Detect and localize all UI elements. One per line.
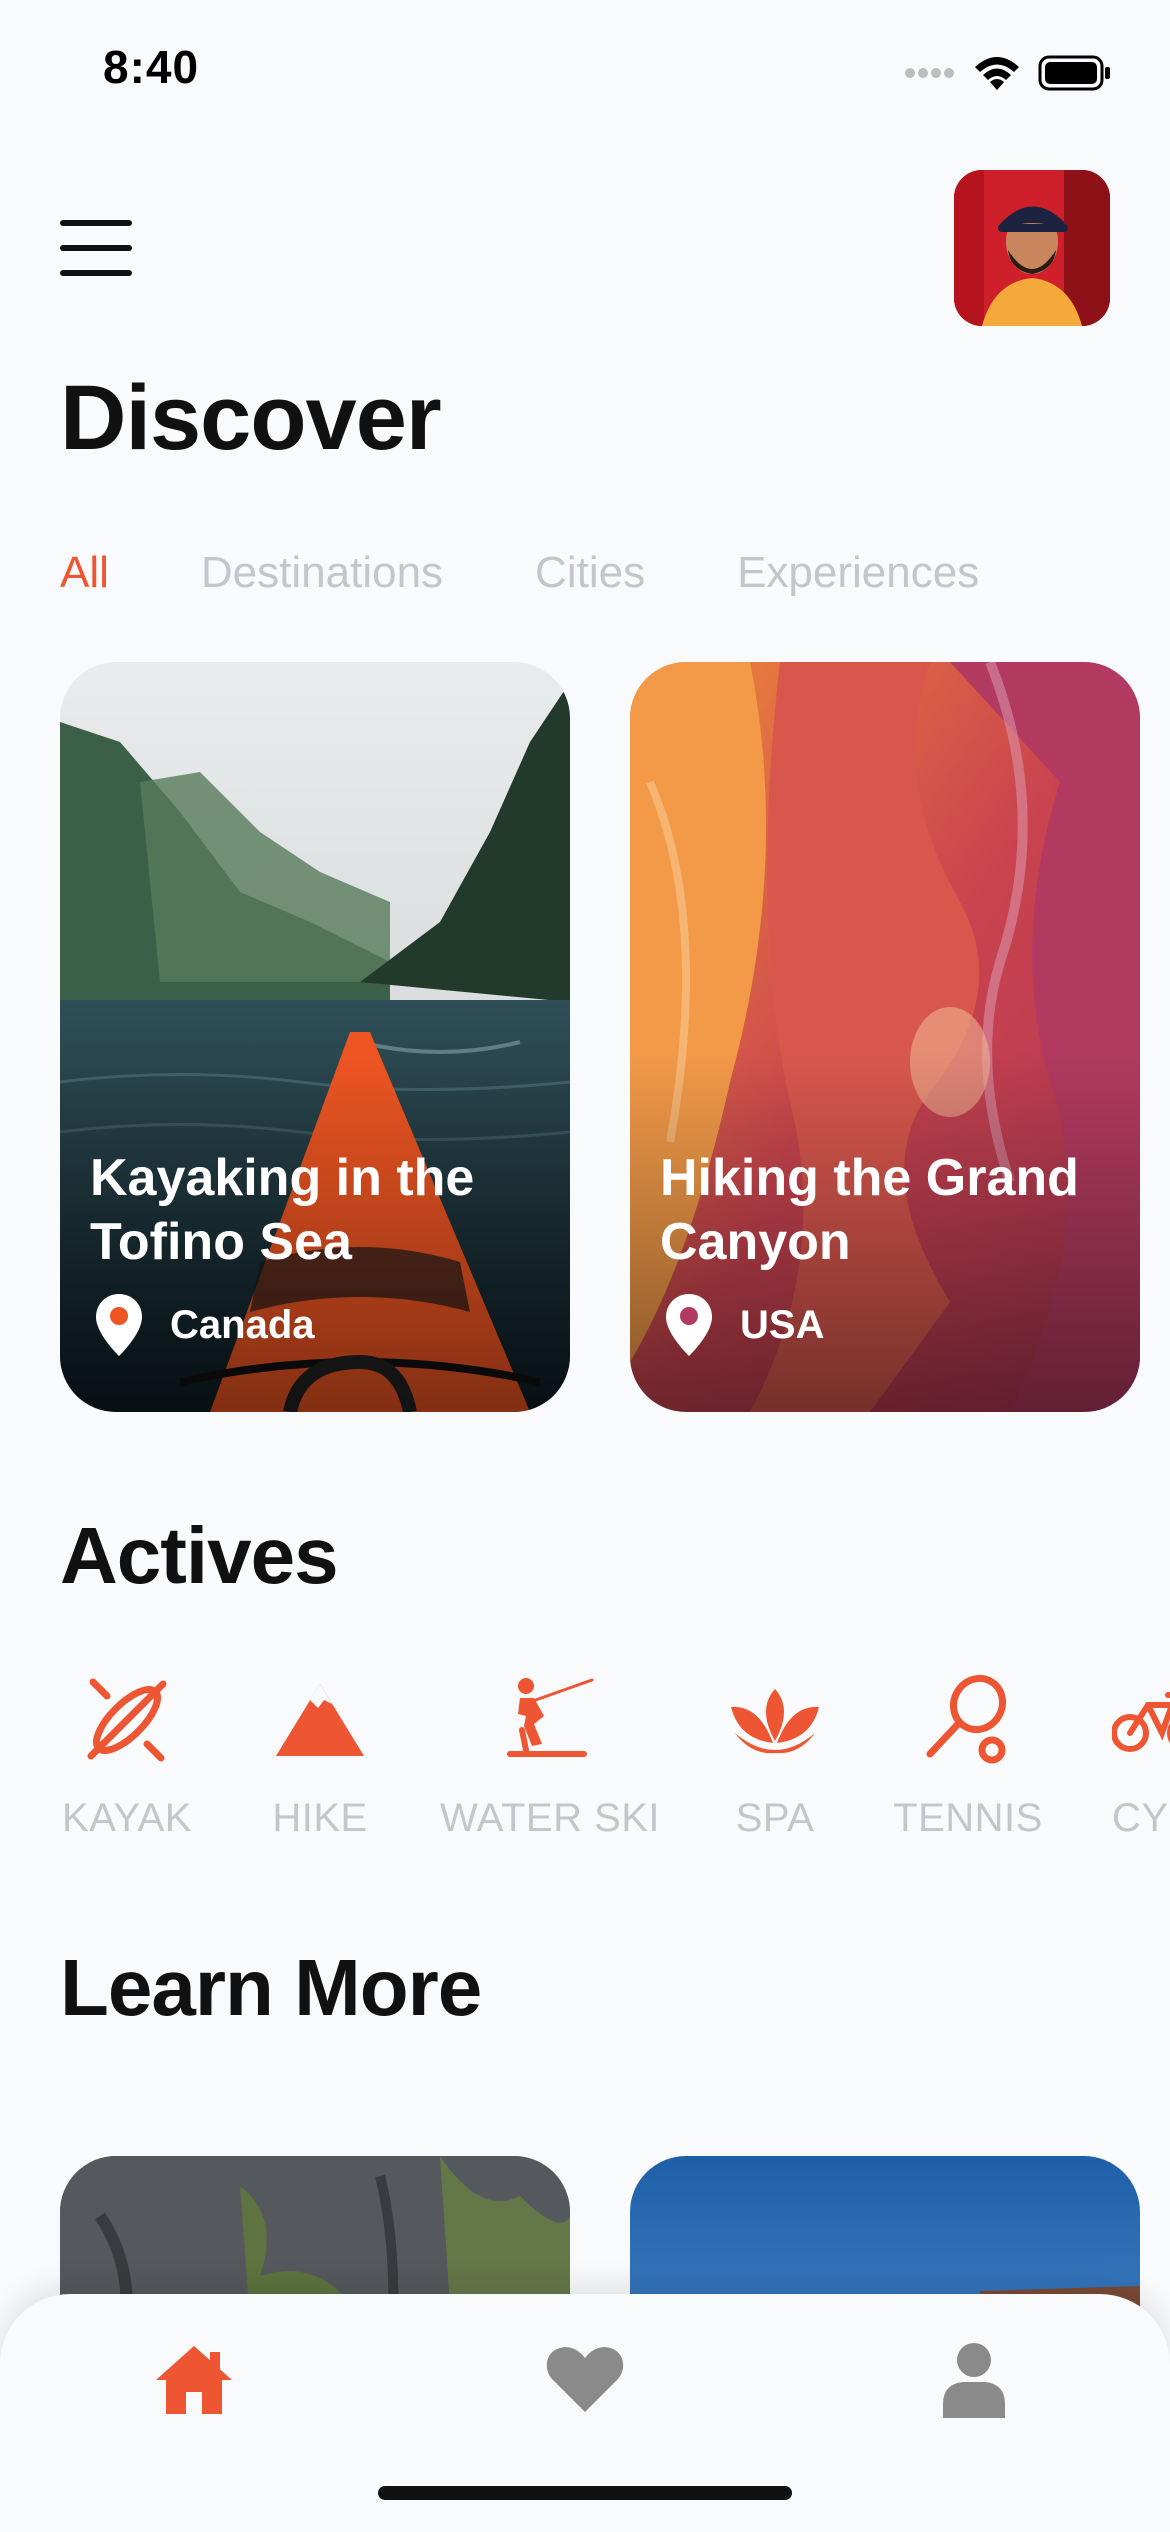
card-title: Hiking the Grand Canyon — [660, 1149, 1079, 1271]
activity-label: TENNIS — [893, 1796, 1043, 1840]
status-bar: 8:40 — [0, 0, 1170, 140]
card-location-label: Canada — [170, 1302, 315, 1347]
card-location: USA — [666, 1294, 824, 1356]
home-indicator — [378, 2486, 792, 2500]
tab-cities[interactable]: Cities — [535, 548, 645, 598]
heart-icon — [546, 2347, 624, 2412]
menu-line — [60, 245, 132, 251]
learn-more-heading: Learn More — [60, 1943, 482, 2032]
activity-spa[interactable]: SPA — [725, 1670, 825, 1841]
category-tabs: All Destinations Cities Experiences — [60, 548, 979, 598]
menu-line — [60, 270, 132, 276]
activity-hike[interactable]: HIKE — [262, 1670, 378, 1841]
activity-label: WATER SKI — [439, 1796, 661, 1840]
status-icons — [904, 54, 1112, 92]
avatar[interactable] — [954, 170, 1110, 326]
location-pin-icon — [666, 1294, 712, 1356]
tab-experiences[interactable]: Experiences — [737, 548, 979, 598]
activities-list: KAYAK HIKE WATER SKI SPA TENNIS CY — [0, 1670, 1170, 1850]
activity-cycling[interactable]: CY — [1112, 1670, 1170, 1841]
menu-button[interactable] — [60, 220, 132, 276]
location-pin-icon — [96, 1294, 142, 1356]
signal-icon — [905, 68, 954, 78]
nav-home[interactable] — [144, 2330, 244, 2430]
card-kayaking[interactable]: Kayaking in the Tofino Sea Canada — [60, 662, 570, 1412]
actives-heading: Actives — [60, 1511, 339, 1600]
activity-label: KAYAK — [62, 1796, 192, 1840]
tab-all[interactable]: All — [60, 548, 109, 598]
tab-destinations[interactable]: Destinations — [201, 548, 443, 598]
activity-label: HIKE — [272, 1796, 368, 1840]
tennis-racket-icon — [918, 1670, 1018, 1770]
nav-profile[interactable] — [924, 2330, 1024, 2430]
battery-icon — [1038, 55, 1110, 91]
activity-label: SPA — [735, 1796, 815, 1840]
card-title: Kayaking in the Tofino Sea — [90, 1149, 475, 1271]
nav-favorites[interactable] — [535, 2330, 635, 2430]
status-time: 8:40 — [103, 41, 200, 93]
page-title: Discover — [60, 367, 442, 469]
avatar-photo — [954, 170, 1110, 326]
activity-water-ski[interactable]: WATER SKI — [440, 1670, 660, 1841]
activity-label: CY — [1112, 1796, 1169, 1840]
lotus-icon — [725, 1670, 825, 1770]
menu-line — [60, 220, 132, 226]
home-icon — [156, 2346, 232, 2414]
water-ski-icon — [500, 1670, 600, 1770]
mountain-icon — [270, 1670, 370, 1770]
card-location: Canada — [96, 1294, 315, 1356]
kayak-icon — [77, 1670, 177, 1770]
bicycle-icon — [1112, 1670, 1170, 1770]
featured-cards: Kayaking in the Tofino Sea Canada Hiking… — [60, 662, 1140, 1412]
user-icon — [943, 2343, 1005, 2418]
activity-kayak[interactable]: KAYAK — [60, 1670, 194, 1841]
card-location-label: USA — [740, 1302, 825, 1347]
wifi-icon — [975, 57, 1019, 90]
activity-tennis[interactable]: TENNIS — [893, 1670, 1043, 1841]
card-grand-canyon[interactable]: Hiking the Grand Canyon USA — [630, 662, 1140, 1412]
